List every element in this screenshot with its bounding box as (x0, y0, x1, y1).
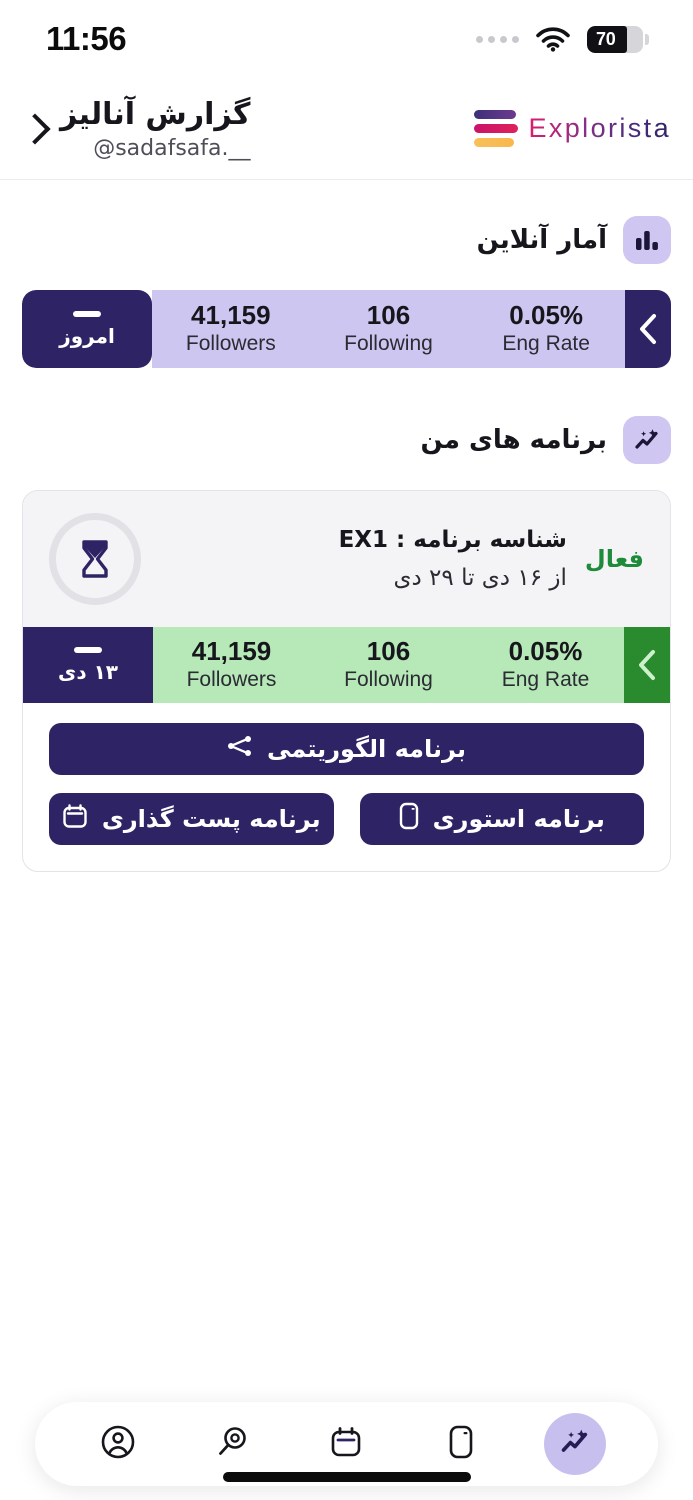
metric-value: 106 (366, 300, 411, 331)
online-stats-strip: 0.05% Eng Rate 106 Following 41,159 Foll… (22, 290, 671, 368)
signal-dots-icon (476, 35, 519, 43)
header-titles: گزارش آنالیز @sadafsafa.__ (60, 96, 251, 161)
calendar-icon (328, 1424, 364, 1464)
header-right[interactable]: گزارش آنالیز @sadafsafa.__ (19, 96, 251, 161)
user-circle-icon (100, 1424, 136, 1464)
program-date-range: از ۱۶ دی تا ۲۹ دی (393, 565, 567, 591)
sparkle-chart-icon (559, 1426, 591, 1462)
metric-following: 106 Following (310, 637, 467, 692)
program-meta: شناسه برنامه : EX1 از ۱۶ دی تا ۲۹ دی (159, 527, 567, 591)
status-time: 11:56 (46, 20, 127, 57)
online-stats-header: آمار آنلاین (0, 212, 693, 268)
my-programs-header: برنامه های من (0, 412, 693, 468)
chevron-left-icon (639, 650, 655, 680)
hourglass-icon (49, 513, 141, 605)
story-program-label: برنامه استوری (432, 805, 605, 833)
program-stats-strip: 0.05% Eng Rate 106 Following 41,159 Foll… (23, 627, 670, 703)
day-label: امروز (59, 323, 115, 348)
metric-eng-rate: 0.05% Eng Rate (467, 301, 625, 356)
nav-item-profile[interactable] (87, 1413, 149, 1475)
chevron-right-icon[interactable] (19, 112, 51, 145)
home-indicator (222, 1472, 471, 1482)
program-id: شناسه برنامه : EX1 (338, 527, 567, 553)
metric-value: 0.05% (508, 636, 583, 667)
battery-body: 70 (587, 25, 643, 53)
search-icon (214, 1424, 250, 1464)
branch-network-icon (227, 735, 253, 763)
day-label: ۱۳ دی (58, 659, 118, 684)
nav-item-calendar[interactable] (315, 1413, 377, 1475)
nav-item-analytics[interactable] (543, 1413, 606, 1475)
metric-label: Eng Rate (501, 668, 590, 692)
metric-label: Following (344, 668, 433, 692)
online-stats-metrics: 0.05% Eng Rate 106 Following 41,159 Foll… (152, 290, 625, 368)
nav-item-story[interactable] (430, 1413, 492, 1475)
online-stats-prev-button[interactable] (625, 290, 671, 368)
metric-value: 0.05% (509, 300, 584, 331)
status-indicators: 70 (476, 25, 649, 53)
page-title: گزارش آنالیز (60, 97, 251, 133)
secondary-actions-row: برنامه استوری برنامه پست گذاری (49, 793, 644, 845)
program-card-actions: برنامه الگوریتمی برنامه استوری برنامه پس… (23, 703, 670, 871)
status-bar: 11:56 70 (0, 0, 693, 78)
program-card: فعال شناسه برنامه : EX1 از ۱۶ دی تا ۲۹ د… (22, 490, 671, 872)
chevron-left-icon (640, 314, 656, 344)
app-header: Explorista گزارش آنالیز @sadafsafa.__ (0, 78, 693, 180)
metric-label: Eng Rate (502, 332, 590, 356)
wifi-icon (536, 26, 570, 52)
metric-value: 106 (366, 636, 411, 667)
phone-story-icon (399, 802, 419, 836)
metric-label: Followers (185, 332, 276, 356)
program-stats-prev-button[interactable] (624, 627, 670, 703)
battery-percent: 70 (596, 28, 616, 49)
metric-label: Following (344, 332, 433, 356)
program-day-tag: ۱۳ دی (23, 627, 153, 703)
algorithmic-program-label: برنامه الگوریتمی (267, 735, 466, 763)
posting-program-label: برنامه پست گذاری (101, 805, 321, 833)
metric-label: Followers (186, 668, 277, 692)
algorithmic-program-button[interactable]: برنامه الگوریتمی (49, 723, 644, 775)
battery-tip (645, 33, 649, 45)
program-stats-metrics: 0.05% Eng Rate 106 Following 41,159 Foll… (153, 627, 624, 703)
metric-followers: 41,159 Followers (153, 637, 310, 692)
explorista-mark-icon (474, 110, 519, 147)
calendar-icon (62, 803, 88, 835)
metric-value: 41,159 (191, 636, 272, 667)
dash-icon (74, 646, 102, 653)
account-username: @sadafsafa.__ (93, 135, 251, 161)
metric-following: 106 Following (310, 301, 468, 356)
online-stats-title: آمار آنلاین (476, 225, 607, 255)
dash-icon (73, 310, 101, 317)
phone-story-icon (447, 1424, 475, 1464)
metric-followers: 41,159 Followers (152, 301, 310, 356)
metric-eng-rate: 0.05% Eng Rate (467, 637, 624, 692)
brand-logo: Explorista (474, 110, 671, 147)
story-program-button[interactable]: برنامه استوری (359, 793, 644, 845)
program-card-header: فعال شناسه برنامه : EX1 از ۱۶ دی تا ۲۹ د… (23, 491, 670, 627)
brand-name: Explorista (528, 113, 671, 143)
bar-chart-icon (623, 216, 671, 264)
online-stats-day-tag: امروز (22, 290, 152, 368)
posting-program-button[interactable]: برنامه پست گذاری (49, 793, 334, 845)
battery-indicator: 70 (587, 25, 649, 53)
sparkle-chart-icon (623, 416, 671, 464)
my-programs-title: برنامه های من (420, 425, 607, 455)
nav-item-search[interactable] (201, 1413, 263, 1475)
metric-value: 41,159 (191, 300, 271, 331)
status-badge: فعال (584, 545, 644, 573)
